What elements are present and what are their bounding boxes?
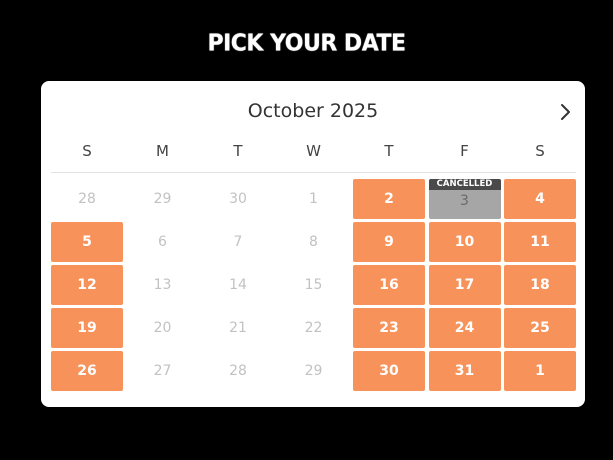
- day-number: 4: [535, 191, 545, 207]
- day-number: 30: [229, 191, 247, 207]
- day-cell-available[interactable]: 31: [428, 351, 501, 391]
- day-number: 13: [153, 277, 172, 293]
- day-cell-disabled: 14: [202, 265, 274, 305]
- day-number: 16: [379, 277, 399, 293]
- day-number: 22: [304, 320, 323, 336]
- day-cell-available[interactable]: 30: [353, 351, 425, 391]
- day-number: 14: [229, 277, 247, 293]
- day-number: 2: [384, 191, 394, 207]
- day-cell-available[interactable]: 4: [504, 179, 576, 219]
- day-cell-available[interactable]: 12: [51, 265, 123, 305]
- day-cell-disabled: 28: [202, 351, 274, 391]
- chevron-right-icon: [561, 104, 570, 120]
- weekday-label: S: [82, 142, 92, 160]
- day-cell-available[interactable]: 9: [353, 222, 425, 262]
- day-number: 15: [304, 277, 323, 293]
- day-cell-available[interactable]: 25: [504, 308, 576, 348]
- day-number: 26: [77, 363, 97, 379]
- weekday-label: M: [156, 142, 169, 160]
- day-cell-available[interactable]: 1: [504, 351, 576, 391]
- month-label: October 2025: [247, 100, 379, 122]
- day-cell-disabled: 28: [51, 179, 123, 219]
- day-cell-disabled: 27: [127, 351, 199, 391]
- day-number: 1: [535, 363, 545, 379]
- day-number: 1: [309, 191, 318, 207]
- day-number: 12: [77, 277, 97, 293]
- day-number: 31: [454, 363, 475, 379]
- day-number: 28: [78, 191, 96, 207]
- weekday-label: S: [535, 142, 545, 160]
- day-number: 29: [304, 363, 323, 379]
- day-number: 9: [384, 234, 394, 250]
- day-number: 3: [460, 193, 469, 209]
- day-number: 29: [153, 191, 172, 207]
- page-title: PICK YOUR DATE: [207, 30, 406, 57]
- day-cell-available[interactable]: 11: [504, 222, 576, 262]
- day-number: 27: [153, 363, 172, 379]
- day-cell-disabled: 15: [278, 265, 350, 305]
- day-cell-cancelled: CANCELLED 3: [428, 179, 501, 219]
- day-number: 28: [229, 363, 247, 379]
- weekday-label: T: [384, 142, 394, 160]
- day-cell-disabled: 30: [202, 179, 274, 219]
- day-cell-available[interactable]: 16: [353, 265, 425, 305]
- day-cell-disabled: 7: [202, 222, 274, 262]
- weekday-label: W: [306, 142, 321, 160]
- day-number: 21: [229, 320, 247, 336]
- day-number: 24: [454, 320, 475, 336]
- day-number: 17: [454, 277, 475, 293]
- day-cell-disabled: 1: [278, 179, 350, 219]
- day-number: 7: [233, 234, 243, 250]
- day-number: 25: [530, 320, 550, 336]
- day-cell-available[interactable]: 19: [51, 308, 123, 348]
- day-cell-available[interactable]: 10: [428, 222, 501, 262]
- day-number: 30: [379, 363, 399, 379]
- day-cell-disabled: 20: [127, 308, 199, 348]
- day-cell-available[interactable]: 17: [428, 265, 501, 305]
- next-month-button[interactable]: [557, 101, 575, 123]
- day-number: 18: [530, 277, 550, 293]
- day-cell-disabled: 22: [278, 308, 350, 348]
- day-number: 23: [379, 320, 399, 336]
- day-cell-available[interactable]: 2: [353, 179, 425, 219]
- day-cell-disabled: 13: [127, 265, 199, 305]
- day-cell-disabled: 29: [278, 351, 350, 391]
- day-number: 5: [82, 234, 92, 250]
- day-number: 19: [77, 320, 97, 336]
- cancelled-badge: CANCELLED: [428, 179, 501, 190]
- day-cell-disabled: 29: [127, 179, 199, 219]
- day-cell-available[interactable]: 26: [51, 351, 123, 391]
- day-cell-disabled: 8: [278, 222, 350, 262]
- calendar-card: October 2025 S M T W T F S 28 29 30 1 2 CANCE…: [41, 81, 585, 407]
- weekday-label: F: [460, 142, 469, 160]
- day-grid: 28 29 30 1 2 CANCELLED 3 4 5 6 7 8 9 10 11 12 13 14 15 16 17…: [51, 179, 576, 391]
- day-number: 8: [309, 234, 318, 250]
- weekday-label: T: [233, 142, 243, 160]
- day-number: 11: [530, 234, 550, 250]
- day-number: 10: [454, 234, 475, 250]
- weekday-header: S M T W T F S: [51, 142, 576, 164]
- day-cell-available[interactable]: 18: [504, 265, 576, 305]
- divider: [51, 172, 576, 173]
- day-cell-available[interactable]: 24: [428, 308, 501, 348]
- day-number: 6: [158, 234, 167, 250]
- day-cell-disabled: 6: [127, 222, 199, 262]
- day-cell-available[interactable]: 23: [353, 308, 425, 348]
- day-cell-available[interactable]: 5: [51, 222, 123, 262]
- day-number: 20: [153, 320, 172, 336]
- day-cell-disabled: 21: [202, 308, 274, 348]
